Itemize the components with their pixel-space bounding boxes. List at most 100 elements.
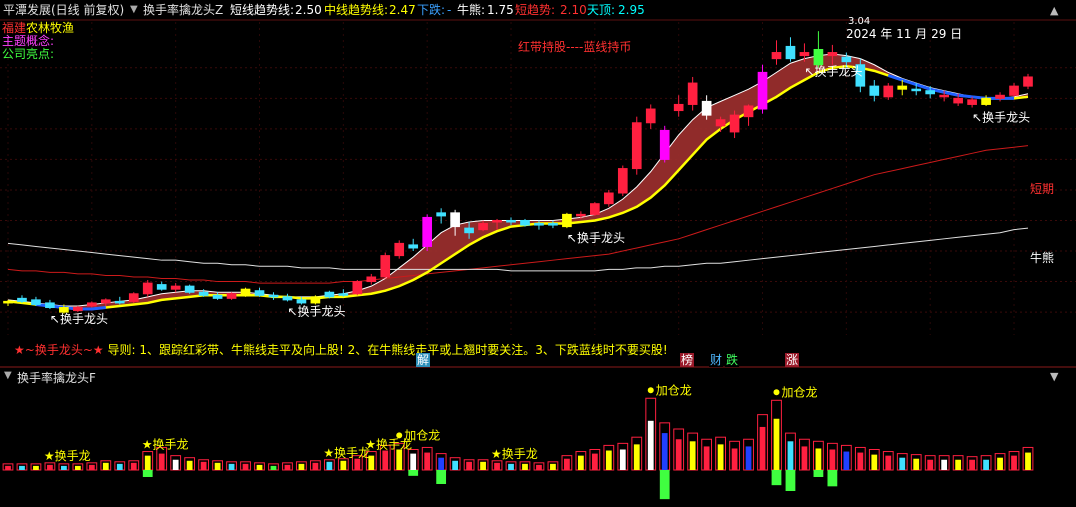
readout-bullbear-label: 牛熊: — [457, 3, 486, 17]
candle-body — [673, 103, 684, 112]
turnover-inner-bar — [5, 465, 11, 470]
candle-body — [128, 293, 139, 302]
turnover-inner-bar — [773, 418, 780, 470]
add-position-label: 加仓龙 — [404, 428, 440, 442]
readout-short-label: 短线趋势线: — [230, 3, 295, 17]
bear-line-segment — [887, 74, 1015, 100]
turnover-inner-bar — [927, 459, 934, 470]
candle-body — [240, 288, 251, 296]
candle-body — [520, 219, 530, 226]
candle-body — [841, 56, 852, 63]
turnover-inner-bar — [633, 444, 640, 470]
turnover-inner-bar — [955, 459, 962, 470]
readout-bullbear-value: 1.75 — [487, 3, 514, 17]
candle-body — [953, 97, 963, 104]
dragon-signal-label: ↖换手龙头 — [972, 111, 1030, 125]
chevron-down-icon[interactable]: ▼ — [4, 370, 12, 381]
candle-body — [911, 88, 922, 92]
candle-body — [156, 284, 167, 290]
turnover-negative-bar — [813, 470, 824, 477]
short-term-label: 短期 — [1030, 182, 1055, 196]
turnover-inner-bar — [33, 465, 39, 470]
peak-label: 3.04 — [848, 16, 871, 27]
turnover-inner-bar — [47, 464, 53, 470]
turnover-inner-bar — [214, 462, 221, 470]
turnover-inner-bar — [382, 450, 389, 470]
turnover-inner-bar — [522, 463, 528, 470]
candle-body — [869, 85, 880, 96]
candle-body — [631, 122, 642, 170]
dragon-signal-label: ↖换手龙头 — [50, 312, 108, 326]
turnover-inner-bar — [577, 455, 584, 470]
readout-top-value: 2.95 — [618, 3, 645, 17]
turnover-inner-bar — [1011, 455, 1017, 470]
readout-shorttrend-label: 短趋势: — [515, 3, 556, 17]
candle-body — [967, 99, 977, 105]
candle-body — [562, 213, 572, 228]
turnover-inner-bar — [647, 420, 654, 470]
candle-body — [282, 296, 293, 301]
turnover-inner-bar — [424, 452, 431, 470]
turnover-inner-bar — [759, 426, 766, 470]
turnover-inner-bar — [591, 453, 598, 470]
turnover-inner-bar — [703, 446, 710, 470]
candle-body — [31, 299, 41, 305]
candle-body — [436, 212, 446, 217]
readout-down-value: - — [447, 3, 452, 17]
indicator-name[interactable]: 换手率擒龙头Z — [143, 3, 223, 17]
turnover-inner-bar — [354, 458, 361, 470]
turnover-inner-bar — [731, 448, 738, 470]
bottom-tag[interactable]: 财 — [709, 353, 724, 367]
turnover-inner-bar — [242, 463, 249, 470]
indicator-title-bar: 平潭发展(日线 前复权) ▼ 换手率擒龙头Z 短线趋势线: 2.50 中线趋势线… — [0, 0, 1076, 20]
turnover-inner-bar — [997, 457, 1003, 470]
candle-body — [366, 276, 377, 283]
turnover-inner-bar — [745, 446, 752, 470]
candle-body — [254, 290, 265, 296]
candle-body — [715, 119, 726, 127]
candle-body — [73, 307, 83, 312]
candle-body — [617, 168, 628, 194]
candle-body — [100, 299, 111, 304]
turnover-inner-bar — [661, 433, 668, 470]
dragon-star-label: ★换手龙 — [142, 438, 189, 452]
candle-body — [757, 71, 768, 110]
turnover-inner-bar — [438, 457, 445, 470]
bottom-tag[interactable]: 榜 — [680, 353, 695, 367]
candle-body — [827, 52, 838, 57]
candle-body — [170, 285, 181, 290]
candle-body — [184, 285, 195, 293]
add-position-dot — [647, 387, 654, 394]
bottom-tag[interactable]: 涨 — [785, 353, 800, 367]
turnover-negative-bar — [771, 470, 782, 486]
candle-body — [338, 293, 349, 296]
candle-body — [981, 97, 991, 105]
turnover-inner-bar — [270, 465, 277, 470]
turnover-negative-bar — [408, 470, 419, 476]
bottom-tag[interactable]: 解 — [416, 353, 431, 367]
turnover-negative-bar — [785, 470, 796, 491]
add-position-dot — [396, 432, 403, 439]
turnover-inner-bar — [340, 460, 347, 470]
turnover-inner-bar — [172, 459, 179, 470]
turnover-inner-bar — [144, 455, 151, 470]
bottom-tag[interactable]: 跌 — [725, 353, 740, 367]
turnover-negative-bar — [436, 470, 447, 484]
caret-up-icon[interactable]: ▲ — [1050, 4, 1058, 17]
turnover-inner-bar — [801, 446, 808, 470]
candle-body — [897, 85, 908, 90]
candle-body — [603, 192, 614, 205]
price-grid — [0, 19, 1076, 368]
stock-title[interactable]: 平潭发展(日线 前复权) — [3, 3, 124, 17]
turnover-inner-bar — [969, 459, 975, 470]
candle-body — [506, 219, 516, 223]
candle-body — [198, 291, 209, 296]
turnover-inner-bar — [410, 453, 417, 470]
readout-mid-label: 中线趋势线: — [324, 3, 389, 17]
chevron-down-icon[interactable]: ▼ — [130, 3, 138, 17]
candle-body — [324, 291, 335, 298]
turnover-inner-bar — [508, 463, 514, 470]
candle-body — [995, 94, 1005, 99]
candle-body — [813, 48, 824, 66]
candle-body — [729, 114, 740, 133]
